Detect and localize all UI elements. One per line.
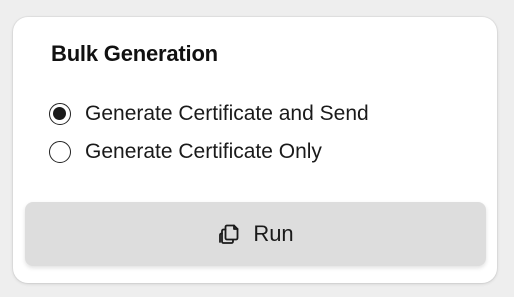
radio-button-unselected[interactable]: [49, 141, 71, 163]
run-button-label: Run: [253, 221, 294, 246]
option-generate-and-send[interactable]: Generate Certificate and Send: [49, 102, 369, 126]
bulk-generation-card: Bulk Generation Generate Certificate and…: [13, 17, 497, 283]
option-generate-only[interactable]: Generate Certificate Only: [49, 140, 322, 164]
option-label: Generate Certificate Only: [85, 140, 322, 163]
card-title: Bulk Generation: [51, 41, 218, 66]
run-button[interactable]: Run: [25, 202, 486, 266]
option-label: Generate Certificate and Send: [85, 102, 369, 125]
copy-files-icon: [217, 222, 241, 246]
radio-button-selected[interactable]: [49, 103, 71, 125]
